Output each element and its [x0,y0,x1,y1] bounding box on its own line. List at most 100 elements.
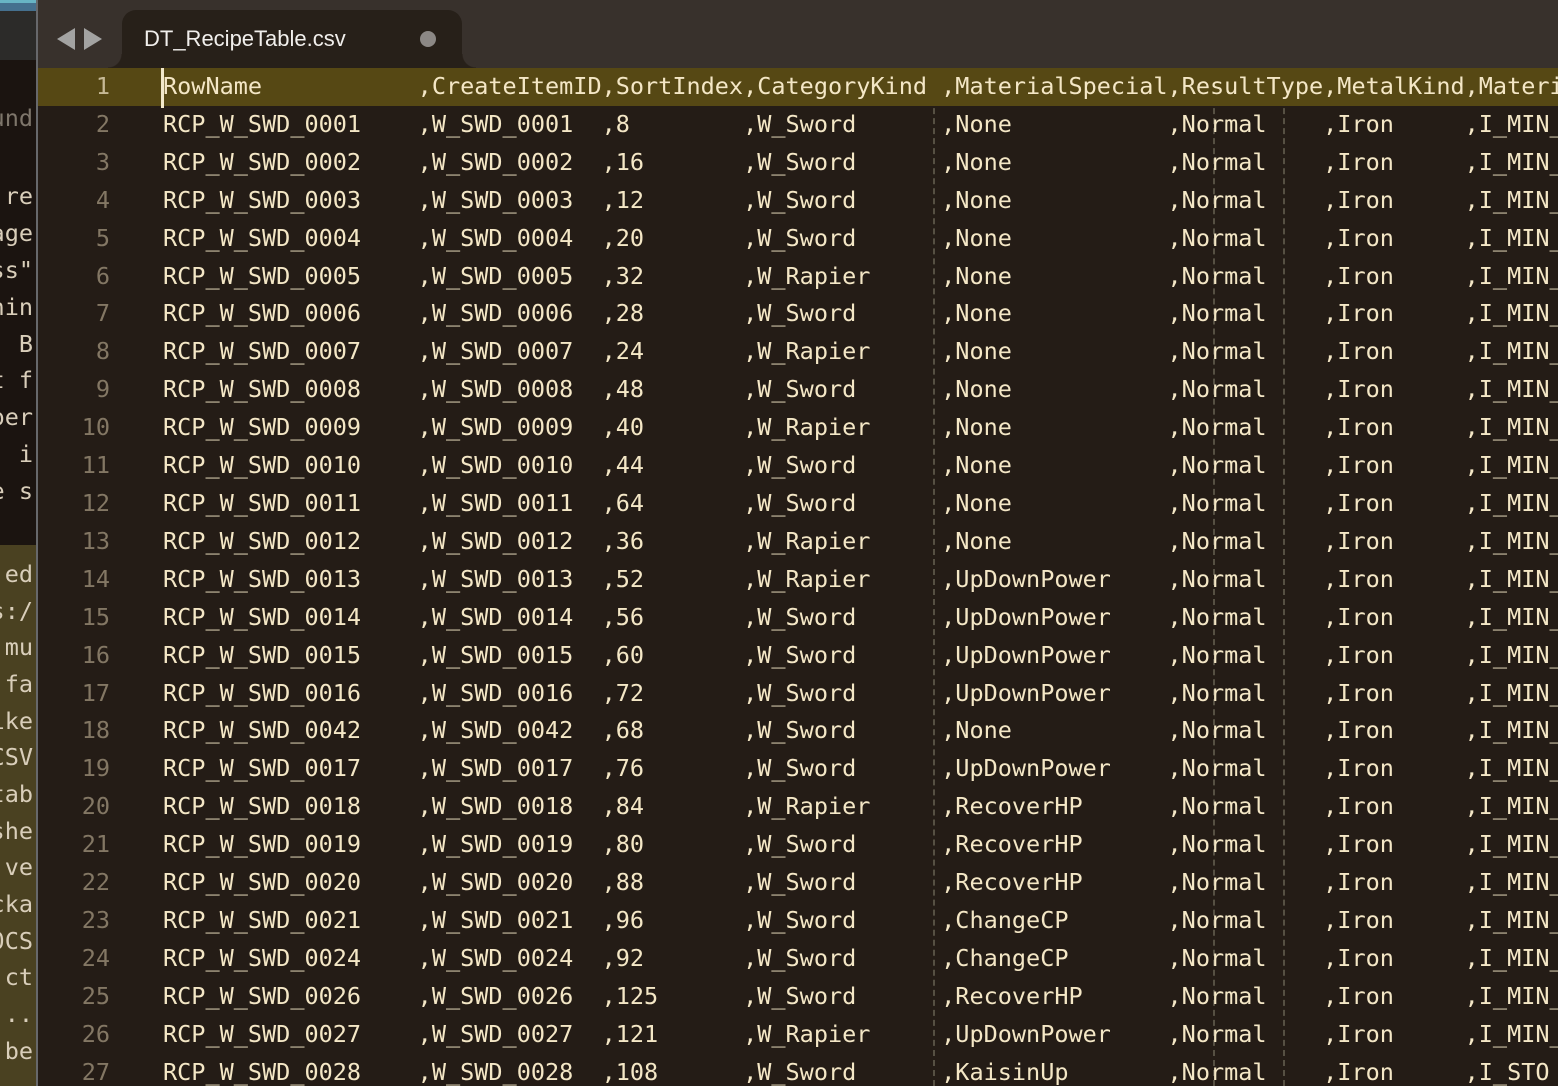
line-text: RCP_W_SWD_0018 ,W_SWD_0018 ,84 ,W_Rapier… [110,788,1558,826]
editor-line[interactable]: 10RCP_W_SWD_0009 ,W_SWD_0009 ,40 ,W_Rapi… [38,409,1558,447]
line-text: RCP_W_SWD_0006 ,W_SWD_0006 ,28 ,W_Sword … [110,295,1558,333]
line-number: 1 [38,68,110,106]
line-text: RowName ,CreateItemID,SortIndex,Category… [110,68,1558,106]
tab-bar: DT_RecipeTable.csv [38,0,1558,68]
background-window-titlebar [0,0,36,11]
line-number: 7 [38,295,110,333]
editor-line[interactable]: 27RCP_W_SWD_0028 ,W_SWD_0028 ,108 ,W_Swo… [38,1054,1558,1086]
line-text: RCP_W_SWD_0014 ,W_SWD_0014 ,56 ,W_Sword … [110,599,1558,637]
editor-line[interactable]: 11RCP_W_SWD_0010 ,W_SWD_0010 ,44 ,W_Swor… [38,447,1558,485]
line-text: RCP_W_SWD_0007 ,W_SWD_0007 ,24 ,W_Rapier… [110,333,1558,371]
line-text: RCP_W_SWD_0016 ,W_SWD_0016 ,72 ,W_Sword … [110,675,1558,713]
line-number: 2 [38,106,110,144]
modified-dot-icon [420,31,436,47]
line-number: 15 [38,599,110,637]
background-text-fragment: fa [5,670,33,698]
editor-line[interactable]: 4RCP_W_SWD_0003 ,W_SWD_0003 ,12 ,W_Sword… [38,182,1558,220]
line-number: 17 [38,675,110,713]
line-text: RCP_W_SWD_0010 ,W_SWD_0010 ,44 ,W_Sword … [110,447,1558,485]
forward-arrow-icon[interactable] [84,28,102,50]
line-text: RCP_W_SWD_0042 ,W_SWD_0042 ,68 ,W_Sword … [110,712,1558,750]
line-text: RCP_W_SWD_0013 ,W_SWD_0013 ,52 ,W_Rapier… [110,561,1558,599]
background-text-fragment: ed [5,560,33,588]
line-text: RCP_W_SWD_0021 ,W_SWD_0021 ,96 ,W_Sword … [110,902,1558,940]
line-number: 10 [38,409,110,447]
editor-line[interactable]: 8RCP_W_SWD_0007 ,W_SWD_0007 ,24 ,W_Rapie… [38,333,1558,371]
background-text-fragment: per [0,403,33,431]
editor-line[interactable]: 7RCP_W_SWD_0006 ,W_SWD_0006 ,28 ,W_Sword… [38,295,1558,333]
editor-line[interactable]: 2RCP_W_SWD_0001 ,W_SWD_0001 ,8 ,W_Sword … [38,106,1558,144]
line-number: 14 [38,561,110,599]
background-text-fragment: ike [0,707,33,735]
line-text: RCP_W_SWD_0026 ,W_SWD_0026 ,125 ,W_Sword… [110,978,1558,1016]
editor-line[interactable]: 13RCP_W_SWD_0012 ,W_SWD_0012 ,36 ,W_Rapi… [38,523,1558,561]
editor-line[interactable]: 5RCP_W_SWD_0004 ,W_SWD_0004 ,20 ,W_Sword… [38,220,1558,258]
editor-line[interactable]: 21RCP_W_SWD_0019 ,W_SWD_0019 ,80 ,W_Swor… [38,826,1558,864]
line-number: 5 [38,220,110,258]
line-text: RCP_W_SWD_0008 ,W_SWD_0008 ,48 ,W_Sword … [110,371,1558,409]
background-text-fragment: tab [0,780,33,808]
line-text: RCP_W_SWD_0005 ,W_SWD_0005 ,32 ,W_Rapier… [110,258,1558,296]
background-text-fragment: CSV [0,743,33,771]
line-text: RCP_W_SWD_0003 ,W_SWD_0003 ,12 ,W_Sword … [110,182,1558,220]
background-text-fragment: re [5,182,33,210]
tab-label: DT_RecipeTable.csv [144,26,346,52]
editor-line[interactable]: 16RCP_W_SWD_0015 ,W_SWD_0015 ,60 ,W_Swor… [38,637,1558,675]
line-number: 22 [38,864,110,902]
line-number: 13 [38,523,110,561]
back-arrow-icon[interactable] [57,28,75,50]
line-number: 3 [38,144,110,182]
editor-line-active[interactable]: 1RowName ,CreateItemID,SortIndex,Categor… [38,68,1558,106]
text-cursor [161,68,164,108]
background-text-fragment: t f [0,366,33,394]
line-text: RCP_W_SWD_0020 ,W_SWD_0020 ,88 ,W_Sword … [110,864,1558,902]
line-number: 4 [38,182,110,220]
line-text: RCP_W_SWD_0001 ,W_SWD_0001 ,8 ,W_Sword ,… [110,106,1558,144]
background-text-fragment: hin [0,293,33,321]
background-text-fragment: 0CS [0,927,33,955]
line-text: RCP_W_SWD_0002 ,W_SWD_0002 ,16 ,W_Sword … [110,144,1558,182]
line-text: RCP_W_SWD_0028 ,W_SWD_0028 ,108 ,W_Sword… [110,1054,1550,1086]
editor-line[interactable]: 14RCP_W_SWD_0013 ,W_SWD_0013 ,52 ,W_Rapi… [38,561,1558,599]
editor-line[interactable]: 24RCP_W_SWD_0024 ,W_SWD_0024 ,92 ,W_Swor… [38,940,1558,978]
tab-dt-recipetable-csv[interactable]: DT_RecipeTable.csv [122,10,462,68]
editor-line[interactable]: 26RCP_W_SWD_0027 ,W_SWD_0027 ,121 ,W_Rap… [38,1016,1558,1054]
line-number: 6 [38,258,110,296]
background-text-fragment: age [0,219,33,247]
screen: undreagess"hin. Bt fper, ie seds:/mufaik… [0,0,1558,1086]
background-window-strip: undreagess"hin. Bt fper, ie seds:/mufaik… [0,0,36,1086]
code-editor[interactable]: 1RowName ,CreateItemID,SortIndex,Categor… [38,68,1558,1086]
background-text-fragment: s:/ [0,597,33,625]
line-number: 12 [38,485,110,523]
line-text: RCP_W_SWD_0011 ,W_SWD_0011 ,64 ,W_Sword … [110,485,1558,523]
line-number: 23 [38,902,110,940]
editor-line[interactable]: 20RCP_W_SWD_0018 ,W_SWD_0018 ,84 ,W_Rapi… [38,788,1558,826]
line-text: RCP_W_SWD_0009 ,W_SWD_0009 ,40 ,W_Rapier… [110,409,1558,447]
editor-line[interactable]: 6RCP_W_SWD_0005 ,W_SWD_0005 ,32 ,W_Rapie… [38,258,1558,296]
background-text-fragment: und [0,104,33,132]
editor-window: DT_RecipeTable.csv 1RowName ,CreateItemI… [38,0,1558,1086]
line-text: RCP_W_SWD_0012 ,W_SWD_0012 ,36 ,W_Rapier… [110,523,1558,561]
editor-line[interactable]: 19RCP_W_SWD_0017 ,W_SWD_0017 ,76 ,W_Swor… [38,750,1558,788]
background-text-fragment: mu [5,633,33,661]
editor-line[interactable]: 9RCP_W_SWD_0008 ,W_SWD_0008 ,48 ,W_Sword… [38,371,1558,409]
line-number: 8 [38,333,110,371]
editor-line[interactable]: 18RCP_W_SWD_0042 ,W_SWD_0042 ,68 ,W_Swor… [38,712,1558,750]
line-text: RCP_W_SWD_0015 ,W_SWD_0015 ,60 ,W_Sword … [110,637,1558,675]
editor-line[interactable]: 15RCP_W_SWD_0014 ,W_SWD_0014 ,56 ,W_Swor… [38,599,1558,637]
editor-line[interactable]: 12RCP_W_SWD_0011 ,W_SWD_0011 ,64 ,W_Swor… [38,485,1558,523]
line-number: 19 [38,750,110,788]
editor-line[interactable]: 17RCP_W_SWD_0016 ,W_SWD_0016 ,72 ,W_Swor… [38,675,1558,713]
line-number: 20 [38,788,110,826]
editor-line[interactable]: 22RCP_W_SWD_0020 ,W_SWD_0020 ,88 ,W_Swor… [38,864,1558,902]
background-text-fragment: ve [5,853,33,881]
line-number: 16 [38,637,110,675]
line-text: RCP_W_SWD_0017 ,W_SWD_0017 ,76 ,W_Sword … [110,750,1558,788]
editor-line[interactable]: 3RCP_W_SWD_0002 ,W_SWD_0002 ,16 ,W_Sword… [38,144,1558,182]
line-text: RCP_W_SWD_0024 ,W_SWD_0024 ,92 ,W_Sword … [110,940,1558,978]
editor-line[interactable]: 25RCP_W_SWD_0026 ,W_SWD_0026 ,125 ,W_Swo… [38,978,1558,1016]
line-number: 25 [38,978,110,1016]
editor-line[interactable]: 23RCP_W_SWD_0021 ,W_SWD_0021 ,96 ,W_Swor… [38,902,1558,940]
background-text-fragment: .. [5,1000,33,1028]
background-text-fragment: ss" [0,256,33,284]
